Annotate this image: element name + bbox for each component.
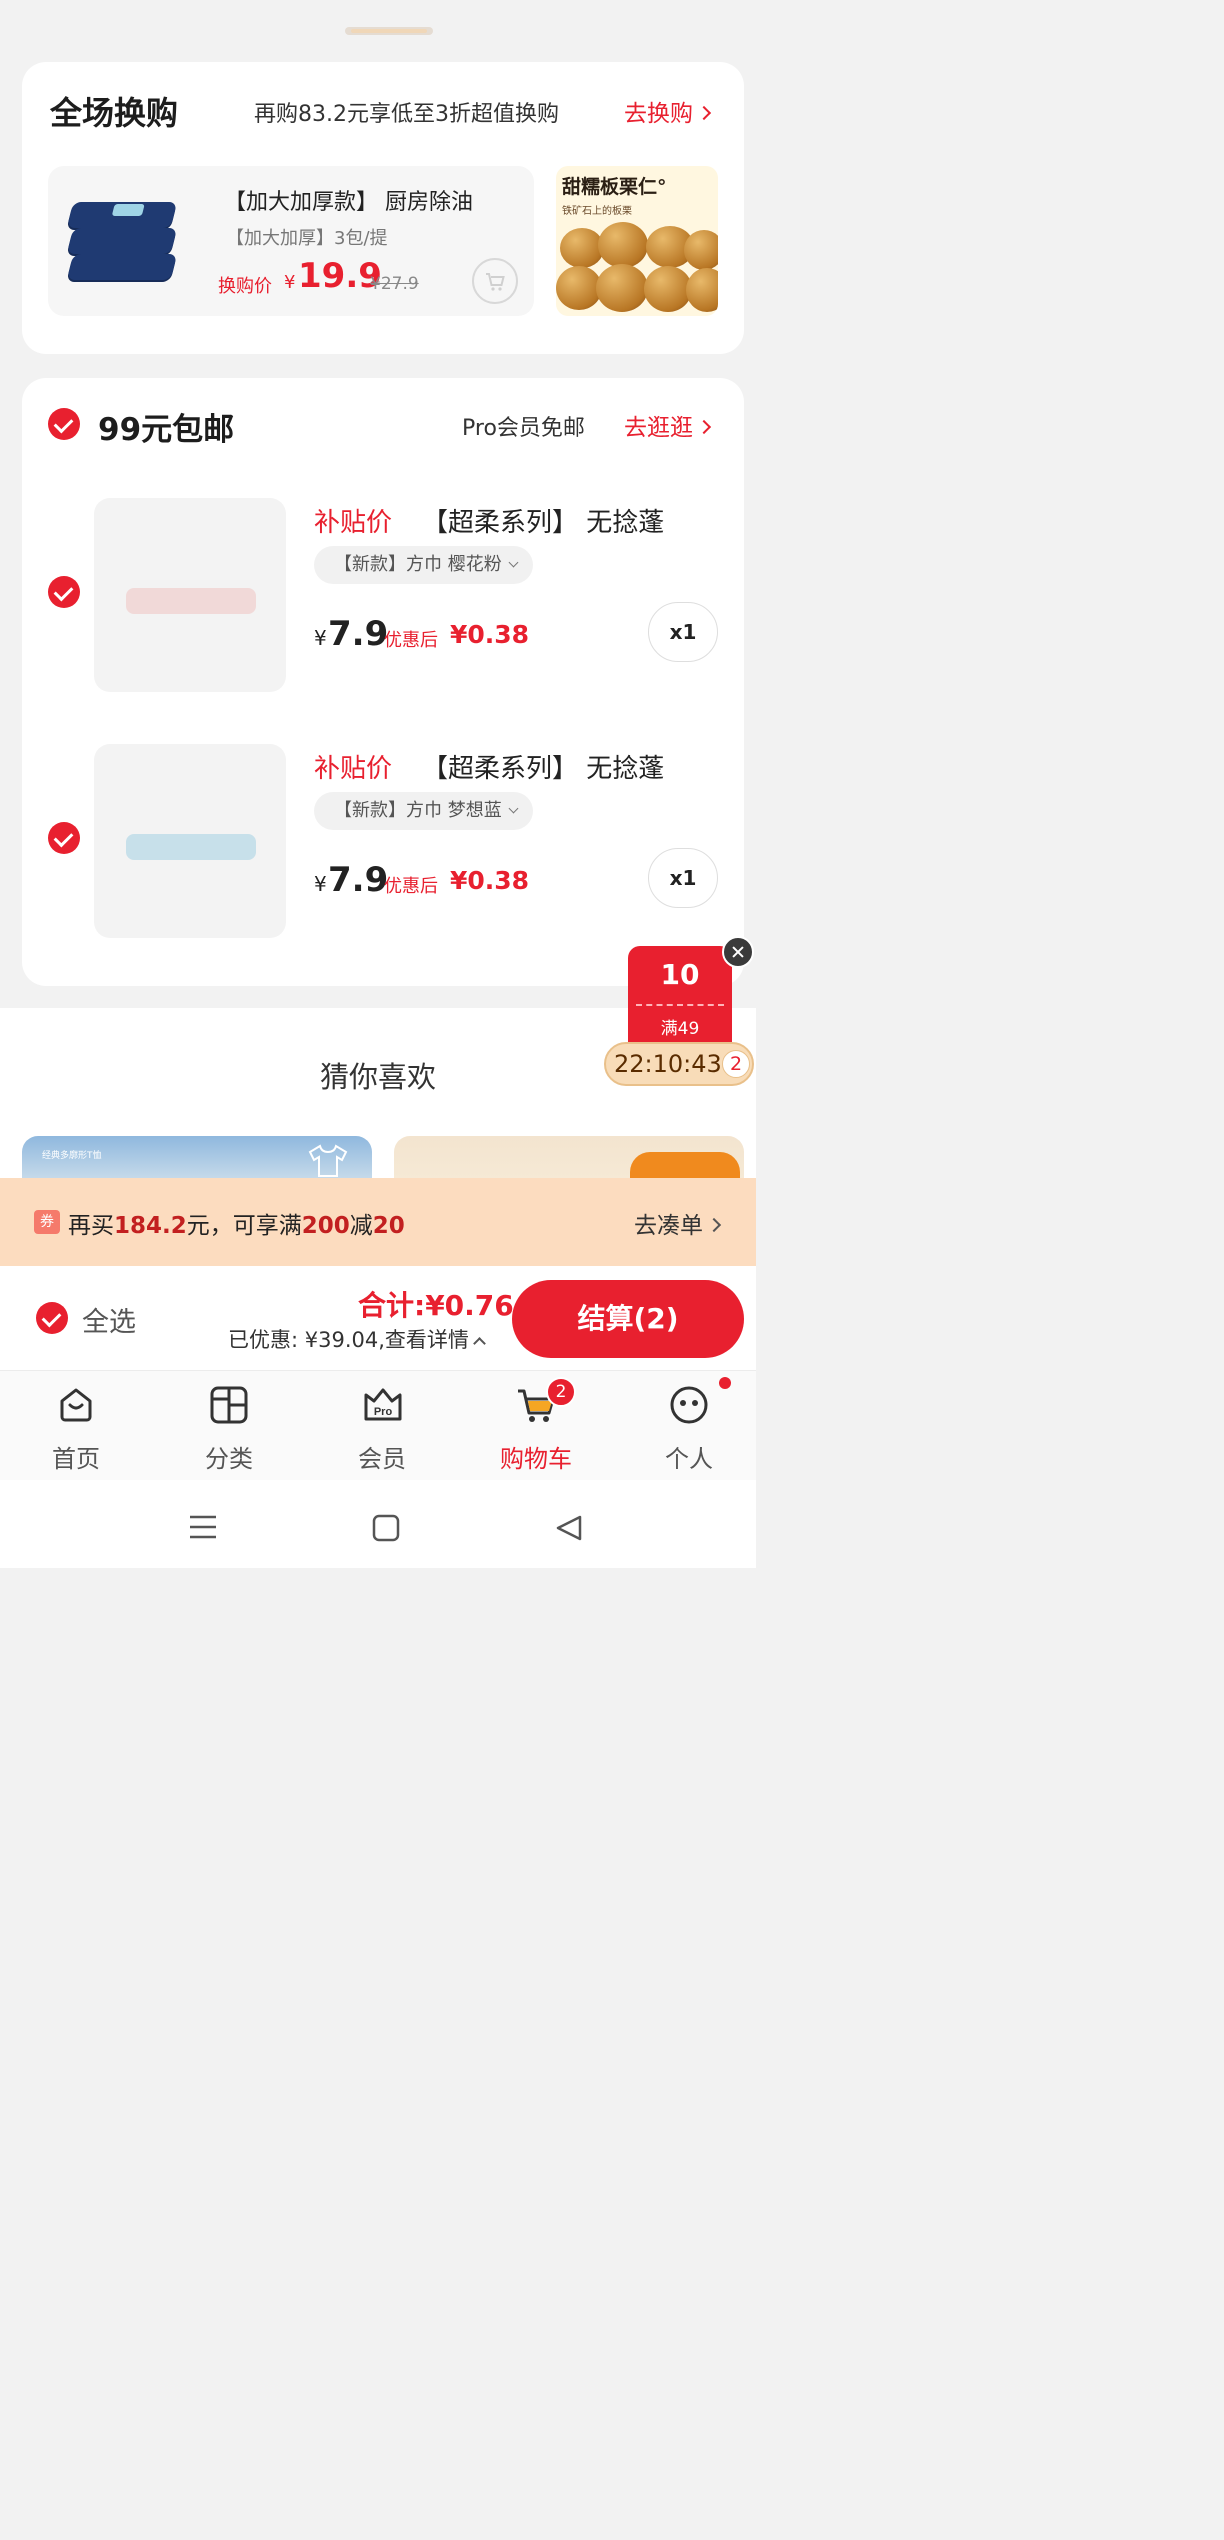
countdown-time: 22:10:43 [614, 1050, 722, 1078]
chestnut-title: 甜糯板栗仁° [562, 176, 667, 198]
spec-selector[interactable]: 【新款】方巾 梦想蓝 [314, 792, 533, 830]
chevron-down-icon [508, 803, 519, 814]
checkout-button[interactable]: 结算(2) [512, 1280, 744, 1358]
swap-description: 再购83.2元享低至3折超值换购 [254, 102, 559, 127]
chevron-right-icon [706, 1217, 722, 1233]
tab-member[interactable]: Pro 会员 [322, 1371, 442, 1481]
shipping-title: 99元包邮 [98, 412, 235, 448]
promo-bar[interactable]: 券 再买184.2元，可享满200减20 去凑单 [0, 1178, 756, 1266]
back-icon[interactable] [554, 1514, 584, 1542]
profile-icon [670, 1386, 708, 1424]
chestnut-subtitle: 铁矿石上的板栗 [562, 206, 632, 217]
select-all-checkbox[interactable] [36, 1302, 68, 1334]
checkout-bar: 全选 合计:¥0.76 已优惠: ¥39.04,查看详情 结算(2) [0, 1266, 756, 1370]
chevron-right-icon [696, 419, 712, 435]
product-image[interactable] [94, 744, 286, 938]
tab-label: 会员 [358, 1445, 406, 1473]
home-button-icon[interactable] [372, 1514, 400, 1542]
item-select-checkbox[interactable] [48, 822, 80, 854]
recommended-product-caption: 经典多廓形T恤 [42, 1151, 102, 1161]
coupon-amount: 10 [660, 958, 700, 991]
tab-label: 分类 [205, 1445, 253, 1473]
cart-count-badge: 2 [546, 1377, 576, 1407]
chevron-down-icon [508, 557, 519, 568]
swap-price-label: 换购价 [218, 276, 272, 297]
quantity-button[interactable]: x1 [648, 848, 718, 908]
tab-profile[interactable]: 个人 [629, 1371, 749, 1481]
quantity-button[interactable]: x1 [648, 602, 718, 662]
after-discount-price: ¥0.38 [450, 620, 530, 649]
cart-total: 合计:¥0.76 [358, 1289, 514, 1322]
product-image[interactable] [94, 498, 286, 692]
towel-image [126, 834, 256, 860]
svg-text:Pro: Pro [374, 1406, 393, 1418]
currency-symbol: ¥ [314, 872, 327, 896]
tab-cart[interactable]: 2 购物车 [476, 1371, 596, 1481]
product-price: 7.9 [328, 860, 389, 900]
shipping-description: Pro会员免邮 [462, 416, 585, 441]
browse-more-link[interactable]: 去逛逛 [624, 408, 712, 442]
subsidy-tag: 补贴价 [314, 754, 393, 784]
after-discount-label: 优惠后 [384, 630, 438, 651]
coupon-count-badge: 2 [722, 1050, 750, 1078]
currency-symbol: ¥ [284, 272, 296, 293]
product-name[interactable]: 【超柔系列】 无捻蓬 [422, 502, 664, 539]
bottom-tab-bar: 首页 分类 Pro 会员 2 购物车 个人 [0, 1370, 756, 1480]
product-price: 7.9 [328, 614, 389, 654]
after-discount-label: 优惠后 [384, 876, 438, 897]
swap-original-price: ¥27.9 [370, 274, 419, 294]
add-items-link[interactable]: 去凑单 [634, 1206, 722, 1240]
tab-category[interactable]: 分类 [169, 1371, 289, 1481]
swap-purchase-card: 全场换购 再购83.2元享低至3折超值换购 去换购 【加大加厚款】 厨房除油 【… [22, 62, 744, 354]
close-icon[interactable] [722, 936, 754, 968]
cart-shop-card: 99元包邮 Pro会员免邮 去逛逛 补贴价 【超柔系列】 无捻蓬 【新款】方巾 … [22, 378, 744, 986]
tab-home[interactable]: 首页 [16, 1371, 136, 1481]
discount-details-link[interactable]: 已优惠: ¥39.04,查看详情 [228, 1324, 486, 1354]
after-discount-price: ¥0.38 [450, 866, 530, 895]
coupon-condition: 满49 [660, 1019, 700, 1039]
cart-icon [486, 273, 505, 291]
wipes-product-image [66, 202, 178, 284]
subsidy-tag: 补贴价 [314, 508, 393, 538]
system-navigation-bar [0, 1480, 756, 1568]
notification-dot [719, 1377, 731, 1389]
chevron-right-icon [696, 105, 712, 121]
tab-label: 个人 [665, 1445, 713, 1473]
floating-coupon[interactable]: 10 满49 [628, 946, 732, 1050]
add-to-cart-button[interactable] [472, 258, 518, 304]
swap-product-name: 【加大加厚款】 厨房除油 [224, 190, 473, 215]
go-swap-link[interactable]: 去换购 [624, 94, 712, 128]
tab-label: 购物车 [500, 1445, 572, 1473]
home-icon [60, 1388, 92, 1422]
swap-product-card[interactable]: 【加大加厚款】 厨房除油 【加大加厚】3包/提 换购价 ¥ 19.9 ¥27.9 [48, 166, 534, 316]
select-all-label[interactable]: 全选 [82, 1300, 136, 1339]
tshirt-icon [308, 1144, 348, 1177]
towel-image [126, 588, 256, 614]
coupon-countdown[interactable]: 22:10:43 2 [604, 1042, 754, 1086]
menu-icon[interactable] [188, 1514, 218, 1540]
chestnut-product-card[interactable]: 甜糯板栗仁° 铁矿石上的板栗 [556, 166, 718, 316]
product-name[interactable]: 【超柔系列】 无捻蓬 [422, 748, 664, 785]
spec-selector[interactable]: 【新款】方巾 樱花粉 [314, 546, 533, 584]
currency-symbol: ¥ [314, 626, 327, 650]
sheet-handle[interactable] [345, 27, 433, 35]
shop-select-checkbox[interactable] [48, 408, 80, 440]
category-icon [210, 1386, 248, 1424]
coupon-icon: 券 [34, 1210, 60, 1234]
swap-product-spec: 【加大加厚】3包/提 [226, 228, 388, 249]
pro-member-icon: Pro [364, 1388, 402, 1421]
swap-title: 全场换购 [50, 94, 179, 132]
tab-label: 首页 [52, 1445, 100, 1473]
item-select-checkbox[interactable] [48, 576, 80, 608]
promo-message: 再买184.2元，可享满200减20 [68, 1213, 405, 1239]
chevron-up-icon [473, 1337, 486, 1350]
